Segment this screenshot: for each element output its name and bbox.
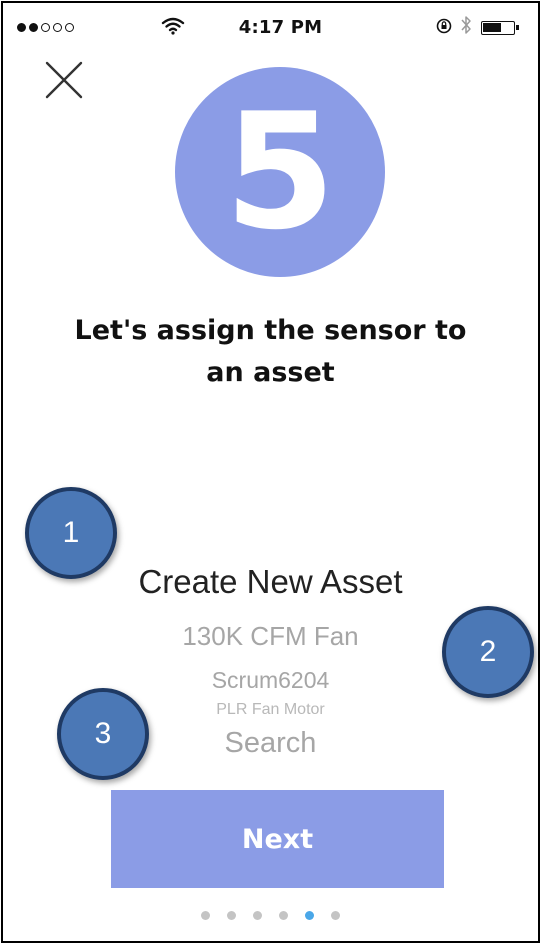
page-indicator-dot: [227, 911, 236, 920]
page-indicator-dot: [201, 911, 210, 920]
step-number: 5: [224, 78, 336, 265]
status-bar: 4:17 PM: [3, 3, 538, 43]
step-number-badge: 5: [175, 67, 385, 277]
page-title: Let's assign the sensor to an asset: [3, 310, 538, 394]
callout-badge-2: 2: [442, 606, 534, 698]
page-indicator-dot: [253, 911, 262, 920]
rotation-lock-icon: [436, 18, 452, 34]
status-time: 4:17 PM: [238, 17, 323, 38]
battery-icon: [481, 21, 519, 35]
page-indicator: [3, 911, 538, 920]
callout-badge-1: 1: [25, 487, 117, 579]
callout-badge-3: 3: [57, 688, 149, 780]
next-button[interactable]: Next: [111, 790, 444, 888]
page-indicator-dot: [279, 911, 288, 920]
page-indicator-dot: [305, 911, 314, 920]
close-icon[interactable]: [43, 59, 85, 101]
page-title-line-1: Let's assign the sensor to: [74, 315, 467, 346]
page-indicator-dot: [331, 911, 340, 920]
callout-label: 2: [479, 635, 497, 668]
callout-label: 1: [62, 516, 80, 549]
phone-screen: 4:17 PM 5 Let's assign the sensor to an …: [1, 1, 540, 943]
callout-label: 3: [94, 717, 112, 750]
page-title-line-2: an asset: [206, 357, 335, 388]
bluetooth-icon: [461, 16, 471, 34]
